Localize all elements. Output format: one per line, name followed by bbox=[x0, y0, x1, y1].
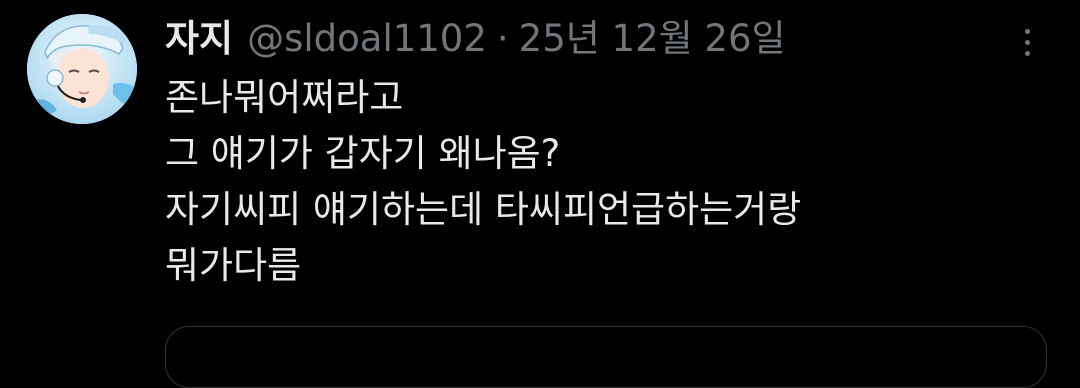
tweet: 자지 @sldoal1102 · 25년 12월 26일 존나뭐어쩌라고 그 얘… bbox=[0, 0, 1080, 388]
avatar[interactable] bbox=[27, 14, 137, 124]
display-name[interactable]: 자지 bbox=[165, 14, 233, 64]
tweet-text: 존나뭐어쩌라고 그 얘기가 갑자기 왜나옴? 자기씨피 얘기하는데 타씨피언급하… bbox=[165, 70, 1045, 294]
tweet-text-line: 자기씨피 얘기하는데 타씨피언급하는거랑 bbox=[165, 188, 802, 231]
more-dot bbox=[1024, 28, 1030, 34]
quoted-tweet-card[interactable] bbox=[165, 326, 1047, 388]
separator-dot: · bbox=[496, 17, 509, 60]
tweet-text-line: 존나뭐어쩌라고 bbox=[165, 76, 404, 119]
tweet-text-line: 뭐가다름 bbox=[165, 244, 302, 287]
avatar-illustration bbox=[27, 14, 137, 124]
more-dot bbox=[1024, 39, 1030, 45]
tweet-text-line: 그 얘기가 갑자기 왜나옴? bbox=[165, 132, 561, 175]
more-options-icon[interactable] bbox=[1010, 22, 1044, 62]
more-dot bbox=[1024, 50, 1030, 56]
user-handle[interactable]: @sldoal1102 bbox=[247, 14, 487, 64]
timestamp[interactable]: 25년 12월 26일 bbox=[519, 14, 786, 64]
tweet-header: 자지 @sldoal1102 · 25년 12월 26일 bbox=[165, 14, 786, 64]
